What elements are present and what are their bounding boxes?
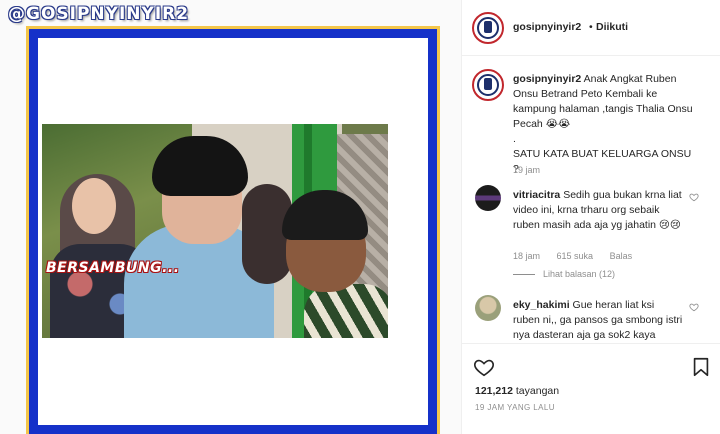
like-heart-icon[interactable]	[473, 356, 495, 378]
bookmark-icon[interactable]	[690, 356, 712, 378]
video-person-boy	[304, 284, 388, 338]
video-frame-border: BERSAMBUNG...	[26, 26, 440, 434]
post-details-panel: gosipnyinyir2 • Diikuti gosipnyinyir2 An…	[461, 0, 720, 434]
follow-status-button[interactable]: Diikuti	[596, 21, 628, 33]
comments-list[interactable]: gosipnyinyir2 Anak Angkat Ruben Onsu Bet…	[462, 57, 720, 343]
avatar[interactable]	[472, 69, 504, 101]
avatar[interactable]	[475, 185, 501, 211]
view-replies-button[interactable]: Lihat balasan (12)	[513, 269, 615, 279]
instagram-post-view: @GOSIPNYINYIR2 BERSAMBUNG... gosipnyinyi…	[0, 0, 720, 434]
caption-dot: .	[513, 133, 516, 145]
comment-username[interactable]: eky_hakimi	[513, 299, 570, 311]
caption-timestamp[interactable]: 19 jam	[513, 165, 540, 175]
video-player[interactable]: BERSAMBUNG...	[42, 124, 388, 338]
avatar[interactable]	[472, 12, 504, 44]
header-username[interactable]: gosipnyinyir2	[513, 21, 581, 33]
post-header: gosipnyinyir2 • Diikuti	[462, 0, 720, 56]
comment-username[interactable]: vitriacitra	[513, 189, 560, 201]
caption-username[interactable]: gosipnyinyir2	[513, 73, 581, 85]
view-count[interactable]: 121,212 tayangan	[475, 385, 559, 397]
post-media: @GOSIPNYINYIR2 BERSAMBUNG...	[0, 0, 461, 434]
replies-line	[513, 274, 535, 276]
avatar[interactable]	[475, 295, 501, 321]
header-separator: •	[589, 21, 593, 33]
comment-timestamp[interactable]: 18 jam	[513, 251, 540, 261]
like-comment-heart-icon[interactable]	[689, 192, 699, 202]
views-label: tayangan	[515, 385, 560, 397]
post-actions-bar: 121,212 tayangan 19 JAM YANG LALU	[462, 343, 720, 434]
account-watermark: @GOSIPNYINYIR2	[8, 4, 190, 24]
reply-button[interactable]: Balas	[610, 251, 633, 261]
post-time-ago[interactable]: 19 JAM YANG LALU	[475, 403, 555, 412]
comment-likes[interactable]: 615 suka	[557, 251, 594, 261]
video-caption-overlay: BERSAMBUNG...	[46, 260, 180, 276]
like-comment-heart-icon[interactable]	[689, 302, 699, 312]
views-number: 121,212	[475, 385, 513, 397]
